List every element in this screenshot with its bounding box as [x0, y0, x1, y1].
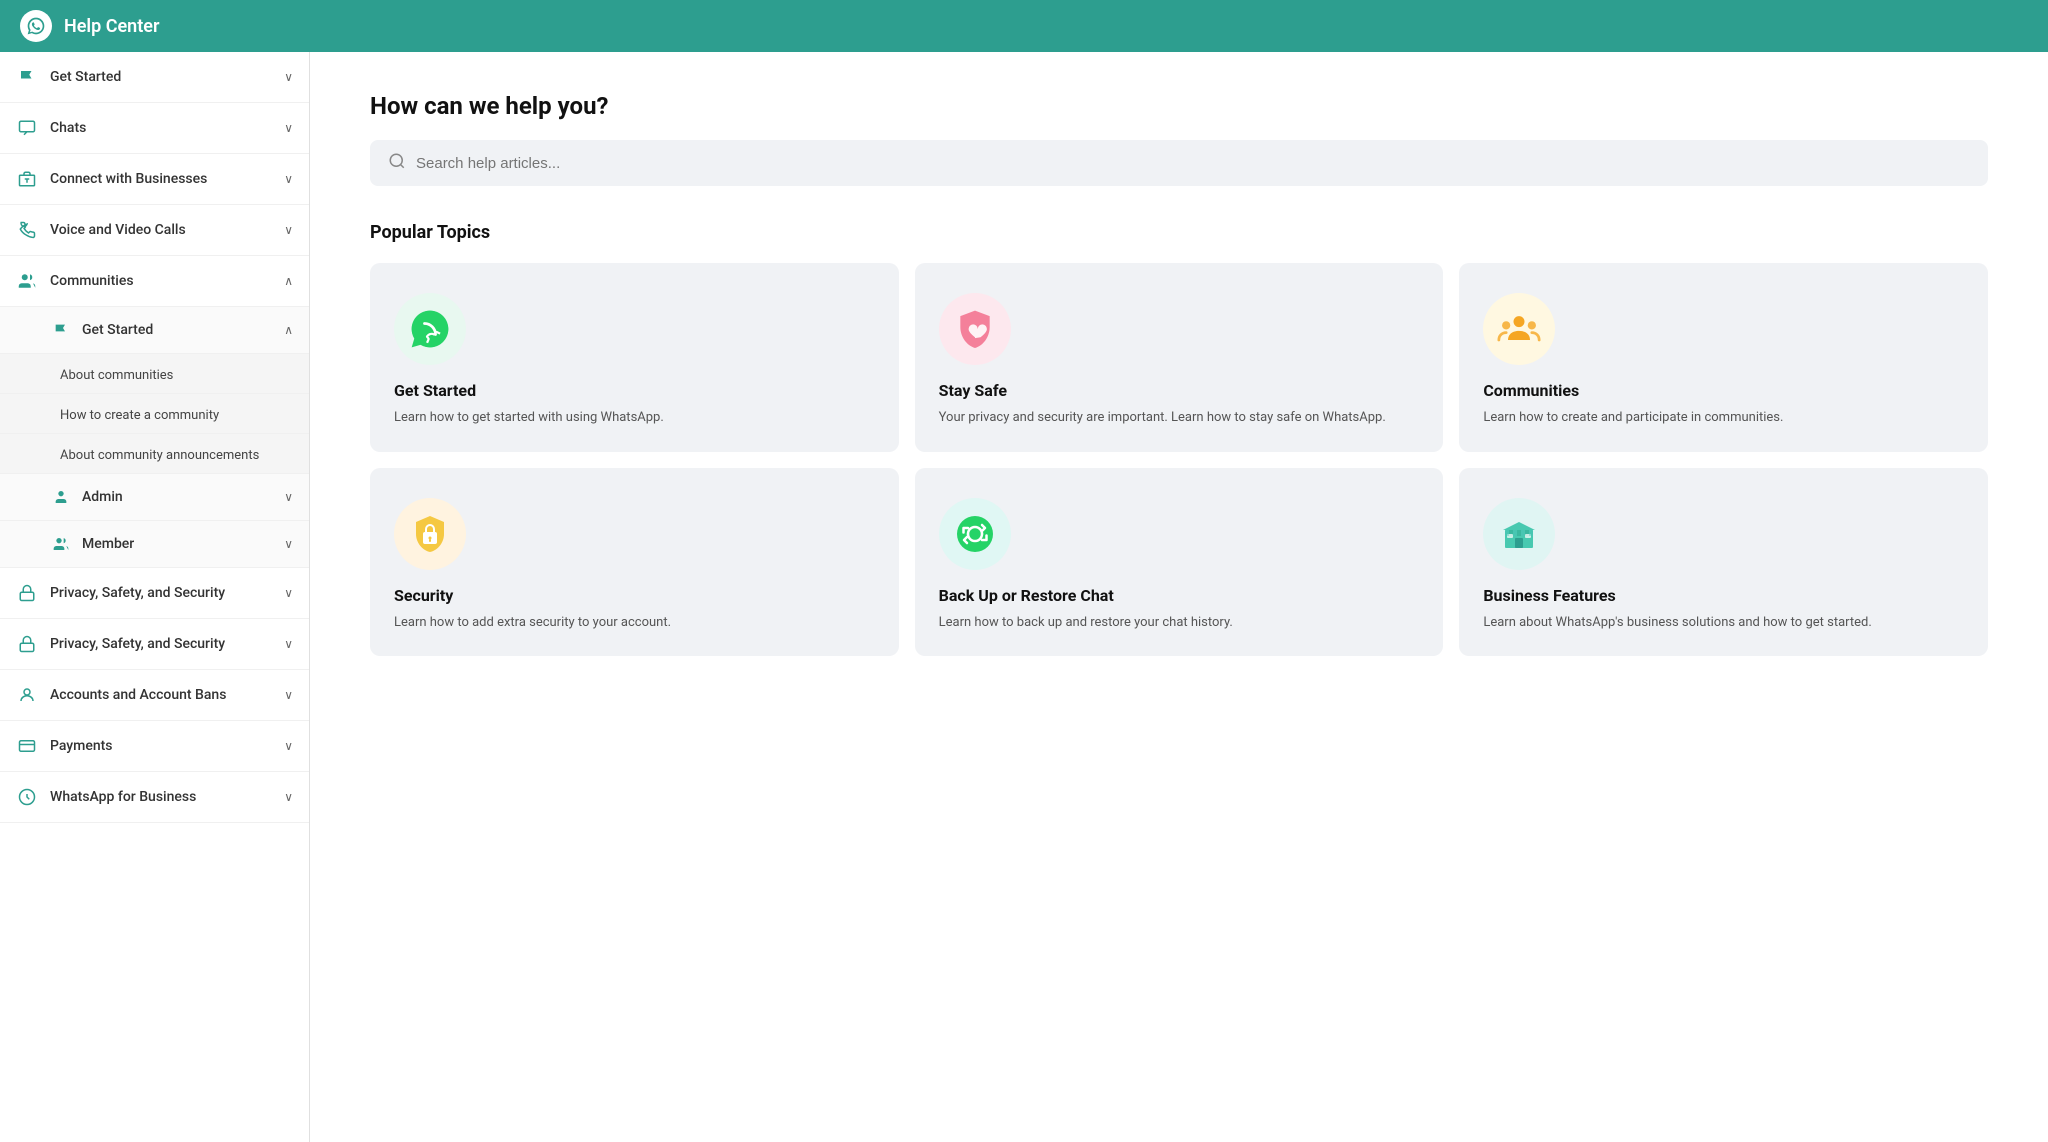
topic-card-communities[interactable]: Communities Learn how to create and part…	[1459, 263, 1988, 452]
communities-subsection: Get Started About communities How to cre…	[0, 307, 309, 568]
sidebar-item-voice-video[interactable]: Voice and Video Calls	[0, 205, 309, 256]
chevron-up-icon	[284, 323, 293, 337]
popular-topics-title: Popular Topics	[370, 222, 1988, 243]
security-icon-wrap	[394, 498, 466, 570]
communities-icon-wrap	[1483, 293, 1555, 365]
flag-icon	[16, 66, 38, 88]
admin-icon	[50, 486, 72, 508]
chevron-down-icon	[284, 223, 293, 237]
topic-desc-business: Learn about WhatsApp's business solution…	[1483, 613, 1964, 633]
sidebar-item-accounts[interactable]: Accounts and Account Bans	[0, 670, 309, 721]
sidebar-item-chats[interactable]: Chats	[0, 103, 309, 154]
community-icon	[16, 270, 38, 292]
sidebar: Get Started Chats Connect with Businesse…	[0, 52, 310, 1142]
sidebar-item-privacy-2[interactable]: Privacy, Safety, and Security	[0, 619, 309, 670]
sidebar-item-privacy-1[interactable]: Privacy, Safety, and Security	[0, 568, 309, 619]
business-icon	[16, 786, 38, 808]
sidebar-item-communities[interactable]: Communities	[0, 256, 309, 307]
member-icon	[50, 533, 72, 555]
chevron-down-icon	[284, 739, 293, 753]
topic-title-stay-safe: Stay Safe	[939, 381, 1420, 400]
get-started-icon-wrap	[394, 293, 466, 365]
search-icon	[388, 152, 406, 174]
search-bar[interactable]	[370, 140, 1988, 186]
chevron-up-icon	[284, 274, 293, 288]
stay-safe-icon-wrap	[939, 293, 1011, 365]
topic-title-security: Security	[394, 586, 875, 605]
topic-desc-security: Learn how to add extra security to your …	[394, 613, 875, 633]
chevron-down-icon	[284, 537, 293, 551]
lock-icon	[16, 582, 38, 604]
chevron-down-icon	[284, 121, 293, 135]
topic-title-business: Business Features	[1483, 586, 1964, 605]
topic-card-get-started[interactable]: Get Started Learn how to get started wit…	[370, 263, 899, 452]
card-icon	[16, 735, 38, 757]
flag-small-icon	[50, 319, 72, 341]
chevron-down-icon	[284, 688, 293, 702]
business-icon-wrap	[1483, 498, 1555, 570]
topic-card-business[interactable]: Business Features Learn about WhatsApp's…	[1459, 468, 1988, 657]
sidebar-sub-item-member[interactable]: Member	[0, 521, 309, 568]
sidebar-item-payments[interactable]: Payments	[0, 721, 309, 772]
sidebar-deep-item-about-communities[interactable]: About communities	[0, 354, 309, 394]
topic-desc-get-started: Learn how to get started with using What…	[394, 408, 875, 428]
app-header: Help Center	[0, 0, 2048, 52]
lock2-icon	[16, 633, 38, 655]
sidebar-item-whatsapp-business[interactable]: WhatsApp for Business	[0, 772, 309, 823]
chevron-down-icon	[284, 790, 293, 804]
topic-title-get-started: Get Started	[394, 381, 875, 400]
search-input[interactable]	[416, 155, 1970, 172]
backup-icon-wrap	[939, 498, 1011, 570]
chat-icon	[16, 117, 38, 139]
chevron-down-icon	[284, 172, 293, 186]
topic-title-backup: Back Up or Restore Chat	[939, 586, 1420, 605]
chevron-down-icon	[284, 637, 293, 651]
main-layout: Get Started Chats Connect with Businesse…	[0, 52, 2048, 1142]
topic-card-security[interactable]: Security Learn how to add extra security…	[370, 468, 899, 657]
chevron-down-icon	[284, 70, 293, 84]
chevron-down-icon	[284, 586, 293, 600]
topic-desc-backup: Learn how to back up and restore your ch…	[939, 613, 1420, 633]
topic-card-stay-safe[interactable]: Stay Safe Your privacy and security are …	[915, 263, 1444, 452]
phone-icon	[16, 219, 38, 241]
sidebar-deep-item-create-community[interactable]: How to create a community	[0, 394, 309, 434]
topic-title-communities: Communities	[1483, 381, 1964, 400]
main-content: How can we help you? Popular Topics	[310, 52, 2048, 1142]
app-logo	[20, 10, 52, 42]
chevron-down-icon	[284, 490, 293, 504]
sidebar-item-connect-businesses[interactable]: Connect with Businesses	[0, 154, 309, 205]
sidebar-deep-item-community-announcements[interactable]: About community announcements	[0, 434, 309, 474]
account-icon	[16, 684, 38, 706]
topics-grid: Get Started Learn how to get started wit…	[370, 263, 1988, 656]
sidebar-sub-item-get-started[interactable]: Get Started	[0, 307, 309, 354]
topic-desc-communities: Learn how to create and participate in c…	[1483, 408, 1964, 428]
page-title: How can we help you?	[370, 92, 1988, 120]
store-icon	[16, 168, 38, 190]
topic-desc-stay-safe: Your privacy and security are important.…	[939, 408, 1420, 428]
sidebar-sub-item-admin[interactable]: Admin	[0, 474, 309, 521]
topic-card-backup[interactable]: Back Up or Restore Chat Learn how to bac…	[915, 468, 1444, 657]
header-title: Help Center	[64, 16, 159, 37]
sidebar-item-get-started[interactable]: Get Started	[0, 52, 309, 103]
